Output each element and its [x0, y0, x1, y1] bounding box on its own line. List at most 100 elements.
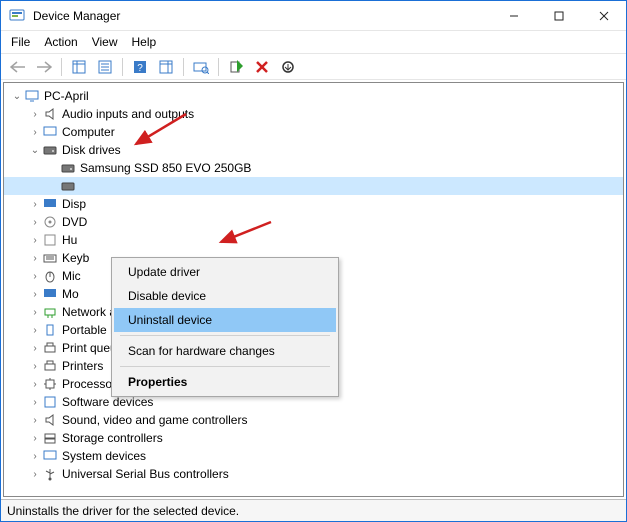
tree-node[interactable]: › DVD [4, 213, 623, 231]
keyboard-icon [42, 250, 58, 266]
tree-node[interactable]: › Audio inputs and outputs [4, 105, 623, 123]
disk-icon [42, 142, 58, 158]
usb-icon [42, 466, 58, 482]
menu-action[interactable]: Action [44, 35, 77, 49]
audio-icon [42, 106, 58, 122]
chevron-right-icon[interactable]: › [28, 233, 42, 247]
disk-icon [60, 160, 76, 176]
tree-node-selected[interactable] [4, 177, 623, 195]
action-pane-button[interactable] [155, 56, 177, 78]
software-icon [42, 394, 58, 410]
tree-node[interactable]: › Sound, video and game controllers [4, 411, 623, 429]
chevron-right-icon[interactable]: › [28, 431, 42, 445]
chevron-right-icon[interactable]: › [28, 413, 42, 427]
tree-node-label [80, 179, 83, 193]
chevron-down-icon[interactable]: ⌄ [10, 89, 24, 103]
chevron-right-icon[interactable]: › [28, 323, 42, 337]
tree-node[interactable]: › Hu [4, 231, 623, 249]
tree-node-label: Mo [62, 287, 79, 301]
back-button[interactable] [7, 56, 29, 78]
chevron-right-icon[interactable]: › [28, 341, 42, 355]
tree-node-label: Mic [62, 269, 81, 283]
disk-icon [60, 178, 76, 194]
tree-node-label: Printers [62, 359, 103, 373]
dvd-icon [42, 214, 58, 230]
statusbar-text: Uninstalls the driver for the selected d… [7, 504, 239, 518]
update-driver-icon[interactable] [277, 56, 299, 78]
window-title: Device Manager [33, 9, 491, 23]
chevron-right-icon[interactable]: › [28, 359, 42, 373]
toolbar: ? [1, 54, 626, 80]
chevron-right-icon[interactable]: › [28, 251, 42, 265]
tree-node-label: Audio inputs and outputs [62, 107, 194, 121]
tree-root[interactable]: ⌄ PC-April [4, 87, 623, 105]
tree-node-disk-child[interactable]: Samsung SSD 850 EVO 250GB [4, 159, 623, 177]
tree-node-label: Keyb [62, 251, 89, 265]
computer-icon [24, 88, 40, 104]
ctx-disable-device[interactable]: Disable device [114, 284, 336, 308]
context-menu-separator [120, 335, 330, 336]
printer-icon [42, 340, 58, 356]
toolbar-separator [218, 58, 219, 76]
printer-icon [42, 358, 58, 374]
ctx-scan-hardware[interactable]: Scan for hardware changes [114, 339, 336, 363]
system-icon [42, 448, 58, 464]
svg-text:?: ? [137, 63, 143, 74]
ctx-properties[interactable]: Properties [114, 370, 336, 394]
chevron-right-icon[interactable]: › [28, 287, 42, 301]
chevron-right-icon[interactable]: › [28, 377, 42, 391]
menu-file[interactable]: File [11, 35, 30, 49]
portable-icon [42, 322, 58, 338]
tree-node-label: Hu [62, 233, 77, 247]
tree-node-label: Disk drives [62, 143, 121, 157]
chevron-right-icon[interactable]: › [28, 449, 42, 463]
tree-node-disk-drives[interactable]: ⌄ Disk drives [4, 141, 623, 159]
chevron-right-icon[interactable]: › [28, 269, 42, 283]
close-button[interactable] [581, 1, 626, 30]
tree-node-label: Samsung SSD 850 EVO 250GB [80, 161, 251, 175]
properties-button[interactable] [94, 56, 116, 78]
enable-device-icon[interactable] [225, 56, 247, 78]
tree-node-label: Storage controllers [62, 431, 163, 445]
tree-node-label: Computer [62, 125, 115, 139]
sound-icon [42, 412, 58, 428]
menu-help[interactable]: Help [132, 35, 157, 49]
chevron-down-icon[interactable]: ⌄ [28, 143, 42, 157]
chevron-right-icon[interactable]: › [28, 107, 42, 121]
chevron-right-icon[interactable]: › [28, 305, 42, 319]
toolbar-separator [61, 58, 62, 76]
display-icon [42, 196, 58, 212]
show-hide-tree-button[interactable] [68, 56, 90, 78]
tree-node-label: Universal Serial Bus controllers [62, 467, 229, 481]
tree-node[interactable]: › Disp [4, 195, 623, 213]
scan-hardware-icon[interactable] [190, 56, 212, 78]
chevron-right-icon[interactable]: › [28, 197, 42, 211]
minimize-button[interactable] [491, 1, 536, 30]
tree-node[interactable]: › Universal Serial Bus controllers [4, 465, 623, 483]
tree-node-label: PC-April [44, 89, 89, 103]
forward-button[interactable] [33, 56, 55, 78]
hid-icon [42, 232, 58, 248]
uninstall-device-icon[interactable] [251, 56, 273, 78]
tree-node[interactable]: › Computer [4, 123, 623, 141]
menu-view[interactable]: View [92, 35, 118, 49]
help-button[interactable]: ? [129, 56, 151, 78]
chevron-right-icon[interactable]: › [28, 395, 42, 409]
tree-node[interactable]: › Storage controllers [4, 429, 623, 447]
tree-node-label: Software devices [62, 395, 153, 409]
network-icon [42, 304, 58, 320]
chevron-right-icon[interactable]: › [28, 215, 42, 229]
ctx-uninstall-device[interactable]: Uninstall device [114, 308, 336, 332]
computer-icon [42, 124, 58, 140]
maximize-button[interactable] [536, 1, 581, 30]
tree-node[interactable]: › System devices [4, 447, 623, 465]
context-menu: Update driver Disable device Uninstall d… [111, 257, 339, 397]
chevron-right-icon[interactable]: › [28, 125, 42, 139]
ctx-update-driver[interactable]: Update driver [114, 260, 336, 284]
tree-node-label: System devices [62, 449, 146, 463]
chevron-right-icon[interactable]: › [28, 467, 42, 481]
storage-icon [42, 430, 58, 446]
tree-node-label: DVD [62, 215, 87, 229]
context-menu-separator [120, 366, 330, 367]
menubar: File Action View Help [1, 31, 626, 54]
